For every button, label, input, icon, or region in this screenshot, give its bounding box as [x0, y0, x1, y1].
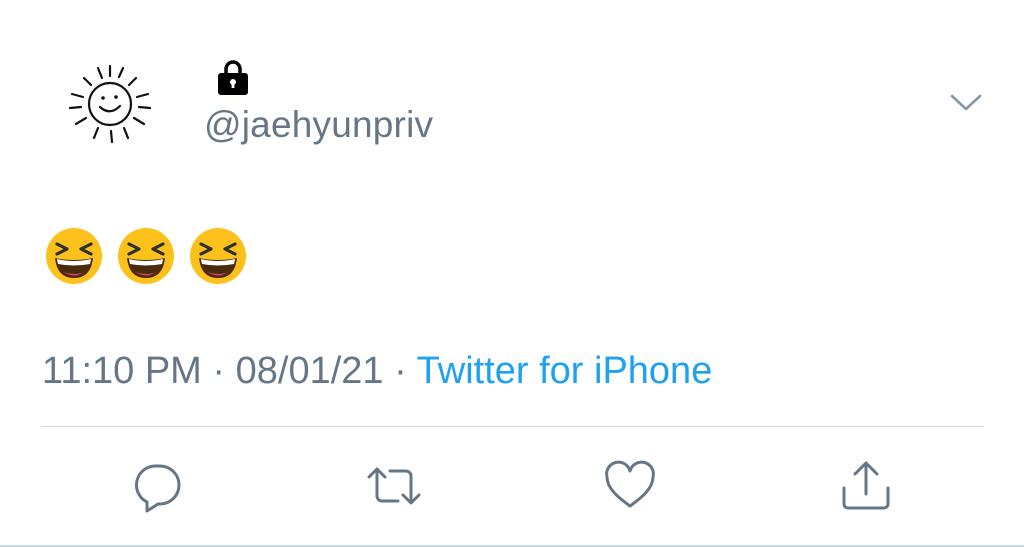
laughing-face-emoji [190, 228, 246, 284]
sun-avatar-icon [68, 64, 152, 144]
lock-icon [214, 58, 252, 96]
reply-icon [134, 464, 181, 513]
tweet-date: 08/01/21 [235, 350, 384, 392]
share-button[interactable] [838, 458, 894, 514]
tweet-source-link[interactable]: Twitter for iPhone [417, 350, 713, 392]
like-button[interactable] [602, 458, 658, 514]
tweet-text [44, 226, 248, 286]
laughing-face-emoji [118, 228, 174, 284]
meta-separator: · [212, 350, 226, 392]
divider [41, 426, 984, 427]
reply-button[interactable] [130, 458, 186, 514]
meta-separator: · [394, 350, 407, 392]
chevron-down-icon[interactable] [948, 88, 984, 116]
tweet-time: 11:10 PM [42, 350, 202, 392]
avatar[interactable] [66, 62, 154, 146]
like-icon [605, 460, 655, 508]
retweet-button[interactable] [366, 458, 422, 514]
retweet-icon [367, 467, 421, 505]
share-icon [842, 461, 890, 510]
laughing-face-emoji [46, 228, 102, 284]
tweet-meta: 11:10 PM · 08/01/21 · Twitter for iPhone [42, 348, 712, 394]
user-handle[interactable]: @jaehyunpriv [204, 103, 433, 147]
